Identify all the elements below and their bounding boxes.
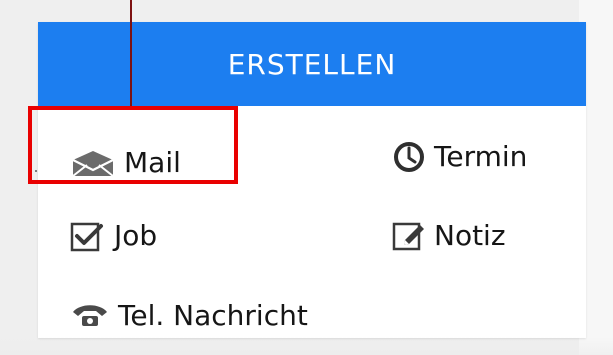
- menu-item-job[interactable]: Job: [70, 220, 157, 252]
- note-edit-icon: [392, 220, 426, 252]
- menu-item-label-mail: Mail: [124, 146, 181, 179]
- menu-header: ERSTELLEN: [38, 22, 586, 106]
- screen: ERSTELLEN Mail Termin Job Notiz Tel. Nac…: [0, 0, 613, 355]
- phone-icon: [70, 302, 110, 330]
- menu-item-notiz[interactable]: Notiz: [392, 220, 506, 252]
- menu-item-tel-nachricht[interactable]: Tel. Nachricht: [70, 302, 308, 330]
- checkbox-icon: [70, 220, 106, 252]
- mail-icon: [70, 148, 116, 178]
- menu-item-label-job: Job: [114, 219, 158, 252]
- cursor-dot: [35, 170, 37, 172]
- menu-item-label-notiz: Notiz: [434, 219, 506, 252]
- bottom-fade: [0, 337, 613, 355]
- menu-item-termin[interactable]: Termin: [392, 140, 527, 174]
- create-menu: ERSTELLEN Mail Termin Job Notiz Tel. Nac…: [38, 22, 586, 338]
- menu-item-label-termin: Termin: [434, 140, 528, 173]
- menu-item-label-tel-nachricht: Tel. Nachricht: [118, 299, 308, 332]
- menu-item-mail[interactable]: Mail: [70, 148, 181, 178]
- menu-grid: Mail Termin Job Notiz Tel. Nachricht: [38, 106, 586, 338]
- clock-icon: [392, 140, 426, 174]
